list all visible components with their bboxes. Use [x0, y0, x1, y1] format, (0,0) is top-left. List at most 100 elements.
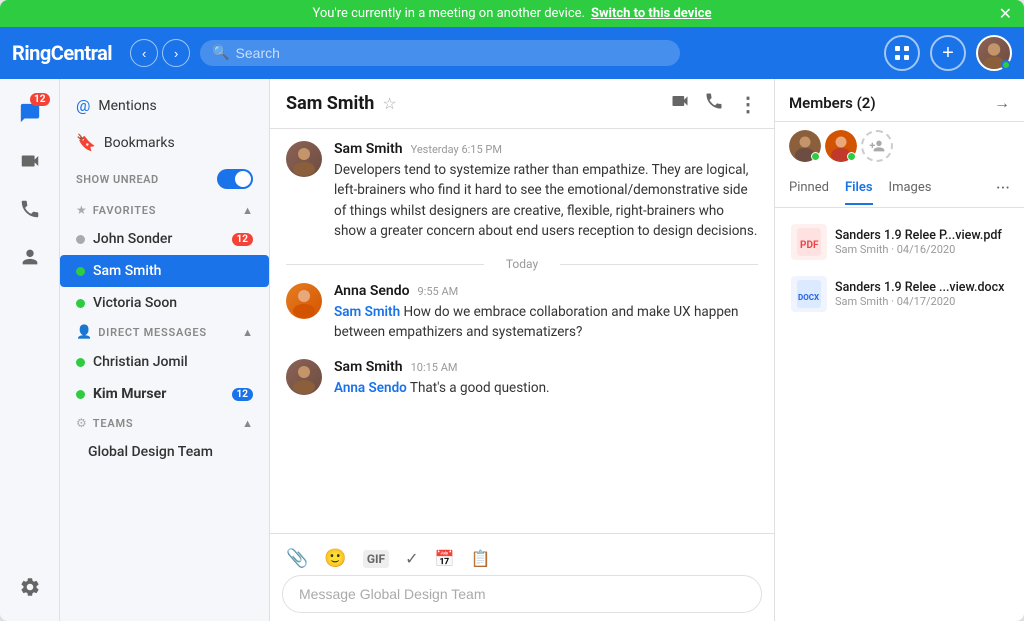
right-panel-header: Members (2) → [775, 79, 1024, 122]
message-text-anna: Sam Smith How do we embrace collaboratio… [334, 302, 758, 343]
teams-icon: ⚙ [76, 416, 87, 430]
chat-messages: Sam Smith Yesterday 6:15 PM Developers t… [270, 129, 774, 533]
sidebar-chat-button[interactable]: 12 [8, 91, 52, 135]
contact-victoria-soon[interactable]: Victoria Soon [60, 287, 269, 319]
header-actions: + [884, 35, 1012, 71]
phone-call-icon [704, 91, 724, 111]
switch-device-link[interactable]: Switch to this device [591, 6, 712, 21]
member-avatar-2[interactable] [825, 130, 857, 162]
top-banner: You're currently in a meeting on another… [0, 0, 1024, 27]
sidebar-phone-button[interactable] [8, 187, 52, 231]
mention-sam-in-anna: Sam Smith [334, 304, 400, 320]
sam-avatar-img [286, 141, 322, 177]
pdf-icon: PDF [791, 224, 827, 260]
video-call-button[interactable] [670, 91, 690, 116]
chat-star-button[interactable]: ☆ [382, 94, 396, 113]
kim-murser-name: Kim Murser [93, 386, 224, 402]
message-header-sam2: Sam Smith 10:15 AM [334, 359, 758, 375]
chat-input-area: 📎 🙂 GIF ✓ 📅 📋 [270, 533, 774, 621]
right-panel-tabs: Pinned Files Images ··· [775, 170, 1024, 208]
back-button[interactable]: ‹ [130, 39, 158, 67]
sender-sam2: Sam Smith [334, 359, 403, 375]
icon-sidebar: 12 [0, 79, 60, 621]
christian-jomil-name: Christian Jomil [93, 354, 253, 370]
contact-christian-jomil[interactable]: Christian Jomil [60, 346, 269, 378]
more-tabs-button[interactable]: ··· [996, 170, 1010, 207]
members-title: Members (2) [789, 94, 876, 112]
phone-call-button[interactable] [704, 91, 724, 116]
chat-badge: 12 [30, 93, 49, 106]
sidebar-video-button[interactable] [8, 139, 52, 183]
member-avatar-1[interactable] [789, 130, 821, 162]
file-item-pdf[interactable]: PDF Sanders 1.9 Relee P...view.pdf Sam S… [783, 216, 1016, 268]
checkmark-button[interactable]: ✓ [405, 549, 418, 568]
anna-avatar-img [286, 283, 322, 319]
sam-avatar-img2 [286, 359, 322, 395]
left-panel: @ Mentions 🔖 Bookmarks SHOW UNREAD ★ FAV… [60, 79, 270, 621]
global-design-team-name: Global Design Team [88, 444, 253, 460]
contact-kim-murser[interactable]: Kim Murser 12 [60, 378, 269, 410]
docx-filename: Sanders 1.9 Relee ...view.docx [835, 280, 1008, 295]
at-icon: @ [76, 96, 90, 115]
show-unread-toggle[interactable] [217, 169, 253, 189]
favorites-section-header: ★ FAVORITES ▲ [60, 197, 269, 223]
contact-sam-smith[interactable]: Sam Smith [60, 255, 269, 287]
victoria-soon-name: Victoria Soon [93, 295, 253, 311]
favorites-collapse-icon[interactable]: ▲ [242, 204, 253, 217]
message-group-anna: Anna Sendo 9:55 AM Sam Smith How do we e… [286, 283, 758, 343]
sam-avatar-msg2 [286, 359, 322, 395]
chat-header-actions: ⋮ [670, 91, 758, 116]
right-panel: Members (2) → [774, 79, 1024, 621]
video-icon [19, 150, 41, 172]
expand-panel-button[interactable]: → [994, 93, 1010, 113]
apps-grid-button[interactable] [884, 35, 920, 71]
sam-smith-name: Sam Smith [93, 263, 253, 279]
teams-collapse-icon[interactable]: ▲ [242, 417, 253, 430]
pdf-file-icon: PDF [797, 228, 821, 256]
member2-status [847, 152, 856, 161]
toggle-thumb [235, 171, 251, 187]
add-member-icon [869, 138, 885, 154]
gif-button[interactable]: GIF [363, 550, 389, 568]
contact-john-sonder[interactable]: John Sonder 12 [60, 223, 269, 255]
mentions-nav-item[interactable]: @ Mentions [60, 87, 269, 124]
tab-files[interactable]: Files [845, 172, 873, 205]
forward-button[interactable]: › [162, 39, 190, 67]
message-header-sam1: Sam Smith Yesterday 6:15 PM [334, 141, 758, 157]
document-button[interactable]: 📋 [470, 549, 490, 568]
kim-status-dot [76, 390, 85, 399]
message-body-sam2: Sam Smith 10:15 AM Anna Sendo That's a g… [334, 359, 758, 398]
attach-button[interactable]: 📎 [286, 548, 308, 569]
bookmark-icon: 🔖 [76, 133, 96, 152]
add-button[interactable]: + [930, 35, 966, 71]
tab-images[interactable]: Images [889, 172, 932, 205]
file-item-docx[interactable]: DOCX Sanders 1.9 Relee ...view.docx Sam … [783, 268, 1016, 320]
sidebar-contacts-button[interactable] [8, 235, 52, 279]
search-input[interactable] [236, 45, 669, 61]
bookmarks-nav-item[interactable]: 🔖 Bookmarks [60, 124, 269, 161]
add-member-button[interactable] [861, 130, 893, 162]
banner-close-button[interactable]: ✕ [999, 4, 1012, 23]
show-unread-label: SHOW UNREAD [76, 173, 159, 186]
emoji-button[interactable]: 🙂 [324, 548, 346, 569]
tab-pinned[interactable]: Pinned [789, 172, 829, 205]
file-info-docx: Sanders 1.9 Relee ...view.docx Sam Smith… [835, 280, 1008, 308]
message-body-anna: Anna Sendo 9:55 AM Sam Smith How do we e… [334, 283, 758, 343]
pdf-filename: Sanders 1.9 Relee P...view.pdf [835, 228, 1008, 243]
teams-label: TEAMS [93, 417, 242, 430]
member1-status [811, 152, 820, 161]
search-bar[interactable]: 🔍 [200, 40, 680, 66]
team-global-design[interactable]: Global Design Team [60, 436, 269, 468]
nav-arrows: ‹ › [130, 39, 190, 67]
chat-header: Sam Smith ☆ ⋮ [270, 79, 774, 129]
chat-message-input[interactable] [282, 575, 762, 613]
sidebar-settings-button[interactable] [8, 565, 52, 609]
john-status-dot [76, 235, 85, 244]
user-avatar-wrapper[interactable] [976, 35, 1012, 71]
more-options-button[interactable]: ⋮ [738, 92, 758, 116]
main-content: 12 @ Mentions 🔖 Bookmarks [0, 79, 1024, 621]
dm-collapse-icon[interactable]: ▲ [242, 326, 253, 339]
kim-badge: 12 [232, 388, 253, 401]
mentions-label: Mentions [98, 98, 156, 114]
calendar-button[interactable]: 📅 [435, 549, 455, 568]
